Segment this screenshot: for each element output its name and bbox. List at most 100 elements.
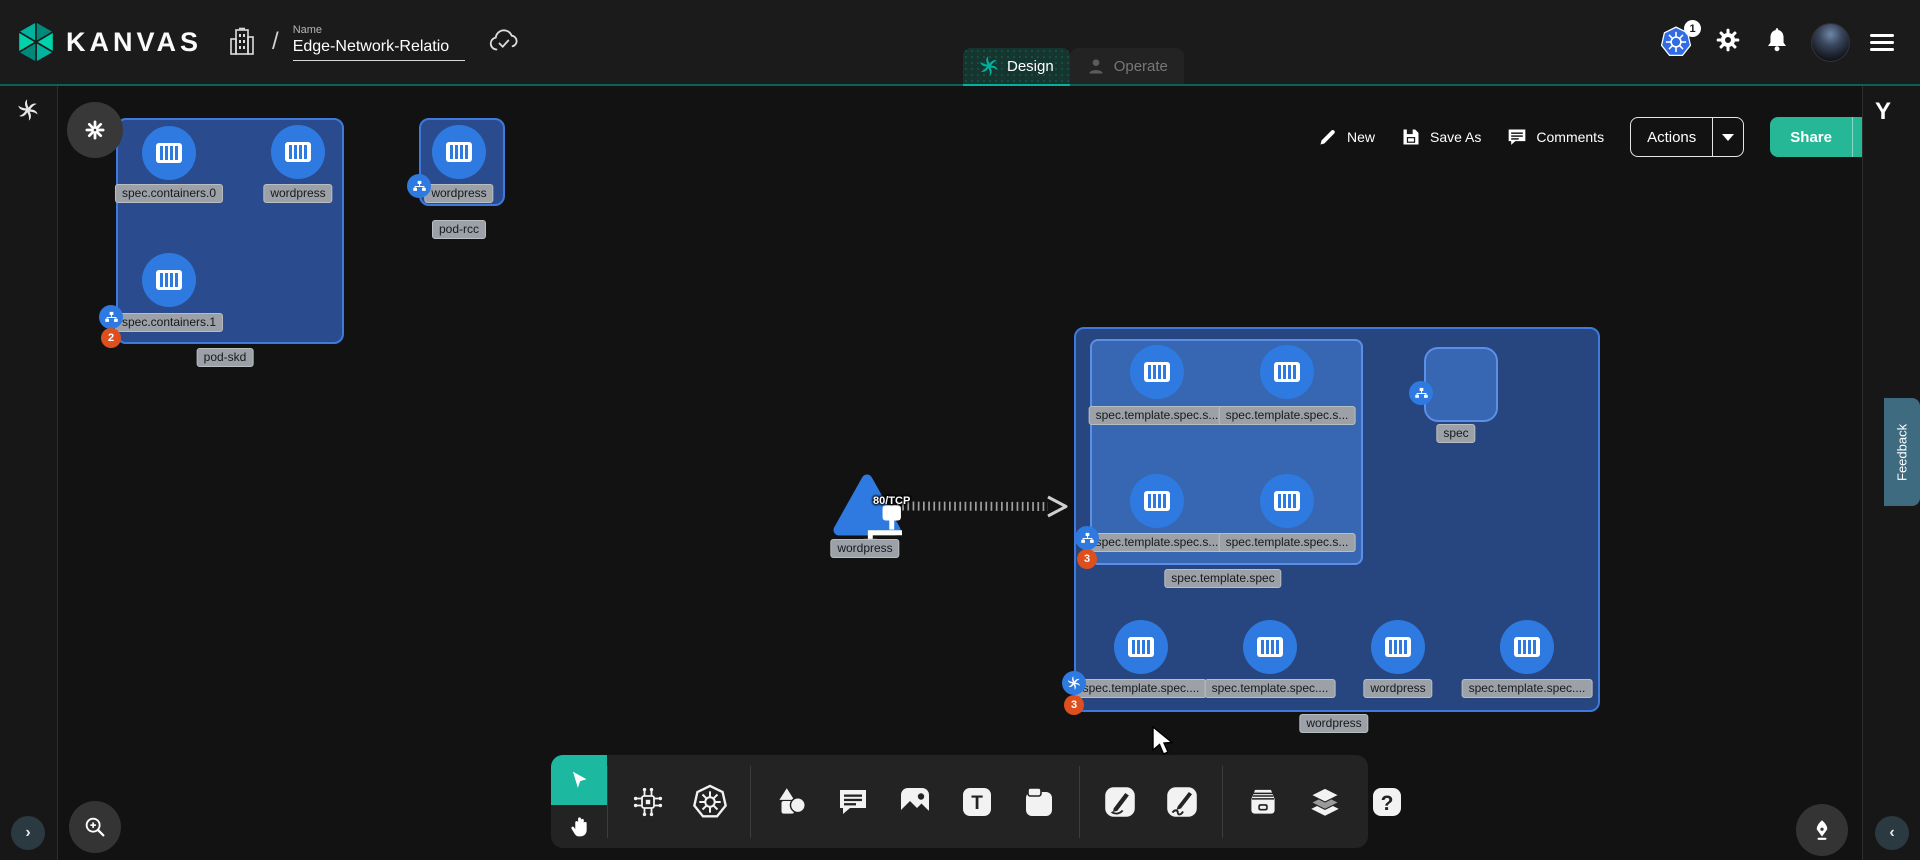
actions-label: Actions <box>1631 129 1712 146</box>
zoom-button[interactable] <box>69 801 121 853</box>
service-label: wordpress <box>830 539 899 558</box>
node-label: spec.template.spec.... <box>1462 679 1593 698</box>
pencil-new-icon <box>1318 127 1338 147</box>
tool-components[interactable] <box>629 783 667 821</box>
node-wordpress-container[interactable] <box>271 125 325 179</box>
design-name-input[interactable]: Edge-Network-Relatio <box>293 38 465 61</box>
canvas-settings-button[interactable] <box>67 102 123 158</box>
meshery-swirl-icon[interactable] <box>17 99 39 121</box>
organization-icon[interactable] <box>228 27 256 57</box>
svg-text:T: T <box>971 793 983 814</box>
tab-design[interactable]: Design <box>963 48 1070 86</box>
node-label: spec.containers.1 <box>115 313 223 332</box>
container-icon <box>1144 362 1170 382</box>
deployment-issue-count-badge[interactable]: 3 <box>1064 695 1084 715</box>
node-deployment-container-1[interactable] <box>1243 620 1297 674</box>
node-label: spec.template.spec.... <box>1076 679 1207 698</box>
new-label: New <box>1347 129 1375 145</box>
tool-help[interactable]: ? <box>1368 783 1406 821</box>
tool-image[interactable] <box>896 783 934 821</box>
toolbar-group-manage: ? <box>1223 783 1427 821</box>
kanvas-logo[interactable]: KANVAS <box>16 20 202 64</box>
container-icon <box>1257 637 1283 657</box>
tool-archive[interactable] <box>1244 783 1282 821</box>
comments-button[interactable]: Comments <box>1507 127 1604 147</box>
tool-kubernetes[interactable] <box>691 783 729 821</box>
tool-layers[interactable] <box>1306 783 1344 821</box>
breadcrumb-separator: / <box>272 28 279 56</box>
node-label: wordpress <box>1363 679 1432 698</box>
group-label: wordpress <box>1299 714 1368 733</box>
node-template-container-3[interactable] <box>1260 474 1314 528</box>
cloud-saved-icon <box>487 27 519 58</box>
validate-pen-button[interactable] <box>1796 804 1848 856</box>
tab-operate[interactable]: Operate <box>1070 48 1184 86</box>
tool-freehand-draw[interactable] <box>1163 783 1201 821</box>
comment-icon <box>835 784 871 820</box>
actions-split-button[interactable]: Actions <box>1630 117 1744 157</box>
toolbar-group-annotations: T <box>751 783 1079 821</box>
pod-issue-count-badge[interactable]: 2 <box>101 328 121 348</box>
deployment-relationship-badge[interactable] <box>1062 671 1086 695</box>
svg-text:?: ? <box>1381 792 1394 815</box>
container-icon <box>1274 362 1300 382</box>
spec-relationship-badge[interactable] <box>1409 381 1433 405</box>
group-label: pod-rcc <box>432 220 486 239</box>
container-icon <box>1128 637 1154 657</box>
group-label: pod-skd <box>197 348 254 367</box>
new-button[interactable]: New <box>1318 127 1375 147</box>
tool-shapes[interactable] <box>772 783 810 821</box>
layers-icon <box>1306 783 1344 821</box>
feedback-tab[interactable]: Feedback <box>1884 398 1920 506</box>
settings-gear-icon[interactable] <box>1713 25 1743 60</box>
template-issue-count-badge[interactable]: 3 <box>1077 549 1097 569</box>
container-icon <box>285 142 311 162</box>
template-relationship-badge[interactable] <box>1075 526 1099 550</box>
node-spec-containers-1[interactable] <box>142 253 196 307</box>
kubernetes-context-button[interactable]: 1 <box>1659 25 1693 59</box>
expand-left-panel-button[interactable]: › <box>11 816 45 850</box>
operate-tab-icon <box>1086 56 1106 76</box>
node-deployment-container-0[interactable] <box>1114 620 1168 674</box>
design-name-block: Name Edge-Network-Relatio <box>293 24 465 61</box>
tool-select[interactable] <box>551 755 607 805</box>
tool-draw-line[interactable] <box>1101 783 1139 821</box>
design-actions-row: New Save As Comments Actions <box>1318 117 1897 157</box>
y-dock-handle-icon[interactable]: Y <box>1875 98 1891 126</box>
tool-pan[interactable] <box>551 805 607 848</box>
tab-design-label: Design <box>1007 58 1054 75</box>
notifications-bell-icon[interactable] <box>1763 25 1791 60</box>
tool-text[interactable]: T <box>958 783 996 821</box>
mode-tabs: Design Operate <box>963 48 1184 86</box>
save-as-button[interactable]: Save As <box>1401 127 1481 147</box>
node-spec-containers-0[interactable] <box>142 126 196 180</box>
service-node-wordpress[interactable] <box>832 472 902 542</box>
container-icon <box>156 270 182 290</box>
node-label: spec.template.spec.... <box>1205 679 1336 698</box>
node-deployment-container-3[interactable] <box>1500 620 1554 674</box>
toolbar-group-draw <box>1080 783 1222 821</box>
actions-dropdown-caret[interactable] <box>1712 118 1743 156</box>
node-template-container-1[interactable] <box>1260 345 1314 399</box>
tool-note[interactable] <box>1020 783 1058 821</box>
node-label: spec.template.spec.s... <box>1089 533 1226 552</box>
node-spec[interactable] <box>1424 347 1498 422</box>
node-label: wordpress <box>424 184 493 203</box>
node-label: spec.containers.0 <box>115 184 223 203</box>
save-icon <box>1401 127 1421 147</box>
expand-right-panel-button[interactable]: ‹ <box>1875 816 1909 850</box>
node-wordpress-rcc[interactable] <box>432 125 486 179</box>
kubernetes-wheel-icon <box>691 783 729 821</box>
hamburger-menu-icon[interactable] <box>1870 34 1894 51</box>
node-deployment-container-2[interactable] <box>1371 620 1425 674</box>
help-icon: ? <box>1369 784 1405 820</box>
container-icon <box>156 143 182 163</box>
pod-relationship-badge[interactable] <box>99 305 123 329</box>
logo-text: KANVAS <box>66 27 202 58</box>
node-template-container-2[interactable] <box>1130 474 1184 528</box>
user-avatar[interactable] <box>1811 23 1850 62</box>
pod-relationship-badge[interactable] <box>407 174 431 198</box>
node-template-container-0[interactable] <box>1130 345 1184 399</box>
note-icon <box>1021 784 1057 820</box>
tool-comment[interactable] <box>834 783 872 821</box>
